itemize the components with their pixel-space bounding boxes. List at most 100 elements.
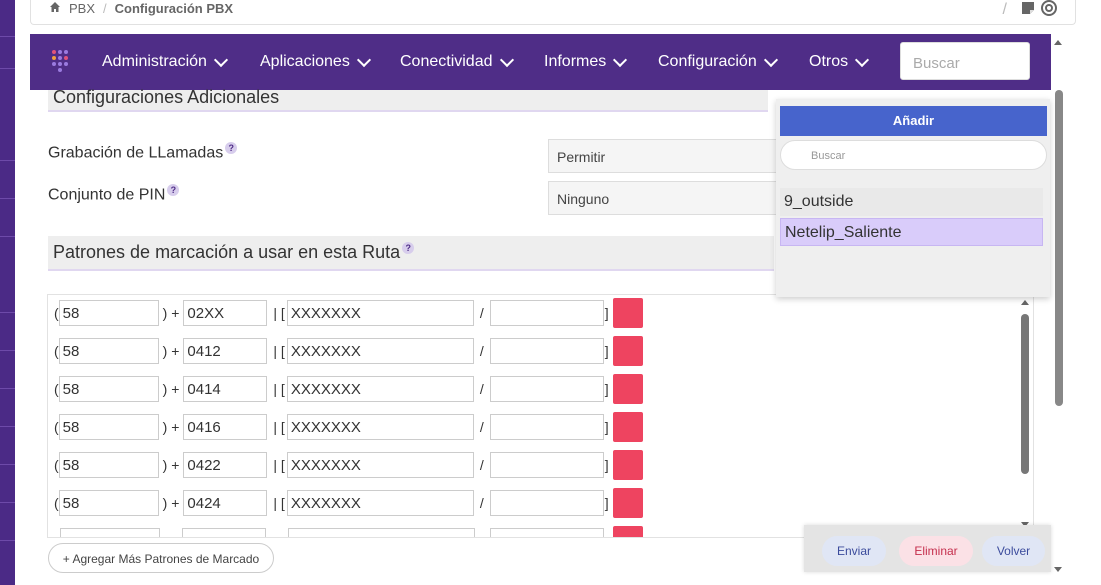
delete-pattern-button[interactable] [612,374,643,404]
prepend-input[interactable]: 58 [58,414,159,440]
match-pattern-input[interactable]: XXXXXXX [286,490,474,516]
close-bracket: ] [604,381,609,397]
back-button[interactable]: Volver [982,536,1045,566]
prepend-input[interactable]: 58 [58,376,159,402]
breadcrumb-home[interactable]: PBX [69,0,95,17]
add-trunk-button[interactable]: Añadir [780,106,1047,136]
nav-conectividad[interactable]: Conectividad [400,52,514,71]
scroll-thumb[interactable] [1021,314,1029,474]
prefix-input[interactable]: 0412 [183,338,268,364]
match-pattern-input[interactable]: XXXXXXX [286,376,474,402]
submit-button[interactable]: Enviar [822,536,886,566]
nav-label: Informes [544,53,607,70]
scroll-up-icon[interactable] [1054,40,1062,45]
close-bracket: ] [604,457,609,473]
prefix-input[interactable]: 0416 [183,414,268,440]
nav-configuracion[interactable]: Configuración [658,52,778,71]
note-icon[interactable] [1021,1,1035,20]
prepend-input[interactable]: 58 [58,338,159,364]
delete-pattern-button[interactable] [612,488,643,518]
nav-aplicaciones[interactable]: Aplicaciones [260,52,371,71]
pattern-row: (58) +02XX | [XXXXXXX /] [54,298,643,328]
scroll-thumb[interactable] [1055,90,1063,406]
pattern-row: (58) +0412 | [XXXXXXX /] [54,336,643,366]
field-label-pinset: Conjunto de PIN? [48,184,180,204]
trunk-dropdown: Añadir Buscar 9_outside Netelip_Saliente [776,99,1050,297]
help-icon[interactable]: ? [225,142,238,154]
nav-administracion[interactable]: Administración [102,52,229,71]
breadcrumb-bar: PBX / Configuración PBX / [30,0,1076,25]
prefix-input[interactable]: 0424 [183,490,268,516]
app-logo-icon[interactable] [52,50,68,74]
nav-label: Administración [102,53,207,70]
match-pattern-input[interactable]: XXXXXXX [286,452,474,478]
nav-search-input[interactable]: Buscar [900,42,1030,80]
section-header-additional: Configuraciones Adicionales [48,87,768,112]
close-bracket: ] [604,419,609,435]
prepend-input[interactable]: 58 [58,490,159,516]
plus-separator: ) + [162,495,180,511]
delete-pattern-button[interactable] [612,412,643,442]
left-bar-divider [0,464,15,465]
scroll-up-icon[interactable] [1021,300,1029,305]
breadcrumb-tools: / [1003,0,1057,20]
chevron-down-icon [763,52,778,67]
match-pattern-input[interactable]: XXXXXXX [286,338,474,364]
add-more-patterns-button[interactable]: + Agregar Más Patrones de Marcado [48,543,274,573]
callerid-input[interactable] [489,300,604,326]
patterns-scrollbar[interactable] [1020,297,1030,529]
left-bar-divider [0,350,15,351]
prefix-input[interactable]: 02XX [183,300,268,326]
match-pattern-input[interactable]: XXXXXXX [286,300,474,326]
callerid-input[interactable] [490,528,604,537]
nav-label: Aplicaciones [260,53,350,70]
left-bar-divider [0,236,15,237]
callerid-input[interactable] [489,338,604,364]
nav-otros[interactable]: Otros [809,52,870,71]
slash-separator: / [479,419,484,435]
trunk-option-selected[interactable]: Netelip_Saliente [780,218,1043,246]
nav-informes[interactable]: Informes [544,52,628,71]
delete-button[interactable]: Eliminar [899,536,973,566]
page-scrollbar[interactable] [1052,34,1064,579]
pattern-row: (58) +0422 | [XXXXXXX /] [54,450,643,480]
callerid-input[interactable] [489,376,604,402]
prefix-input[interactable]: 0414 [183,376,268,402]
delete-pattern-button[interactable] [612,298,643,328]
home-icon[interactable] [49,0,61,17]
trunk-option[interactable]: 9_outside [780,188,1043,216]
prepend-input[interactable]: 58 [58,300,159,326]
prefix-input[interactable]: 0422 [183,452,268,478]
callerid-input[interactable] [489,452,604,478]
help-icon[interactable]: ? [167,184,180,196]
plus-separator: ) + [162,381,180,397]
pipe-separator: | [ [273,381,285,397]
match-pattern-input[interactable]: XXXXXXX [286,414,474,440]
callerid-input[interactable] [489,414,604,440]
close-bracket: ] [604,305,609,321]
help-icon[interactable]: ? [402,242,415,254]
plus-separator: ) + [162,457,180,473]
recording-select[interactable]: Permitir [548,139,788,173]
help-lifebuoy-icon[interactable] [1041,0,1057,21]
slash-separator: / [479,457,484,473]
match-pattern-input[interactable] [288,528,475,537]
scroll-down-icon[interactable] [1054,567,1062,572]
trunk-search-input[interactable]: Buscar [780,140,1047,170]
pinset-select[interactable]: Ninguno [548,181,788,215]
nav-label: Configuración [658,53,757,70]
chevron-down-icon [499,52,514,67]
slash-separator: / [479,381,484,397]
pattern-row-partial [54,526,643,537]
callerid-input[interactable] [489,490,604,516]
prepend-input[interactable] [60,528,160,537]
delete-pattern-button[interactable] [612,336,643,366]
close-bracket: ] [604,343,609,359]
prepend-input[interactable]: 58 [58,452,159,478]
breadcrumb-current: Configuración PBX [114,1,234,16]
delete-pattern-button[interactable] [613,526,643,537]
delete-pattern-button[interactable] [612,450,643,480]
pipe-separator: | [ [273,457,285,473]
prefix-input[interactable] [182,528,266,537]
chevron-down-icon [213,52,229,67]
